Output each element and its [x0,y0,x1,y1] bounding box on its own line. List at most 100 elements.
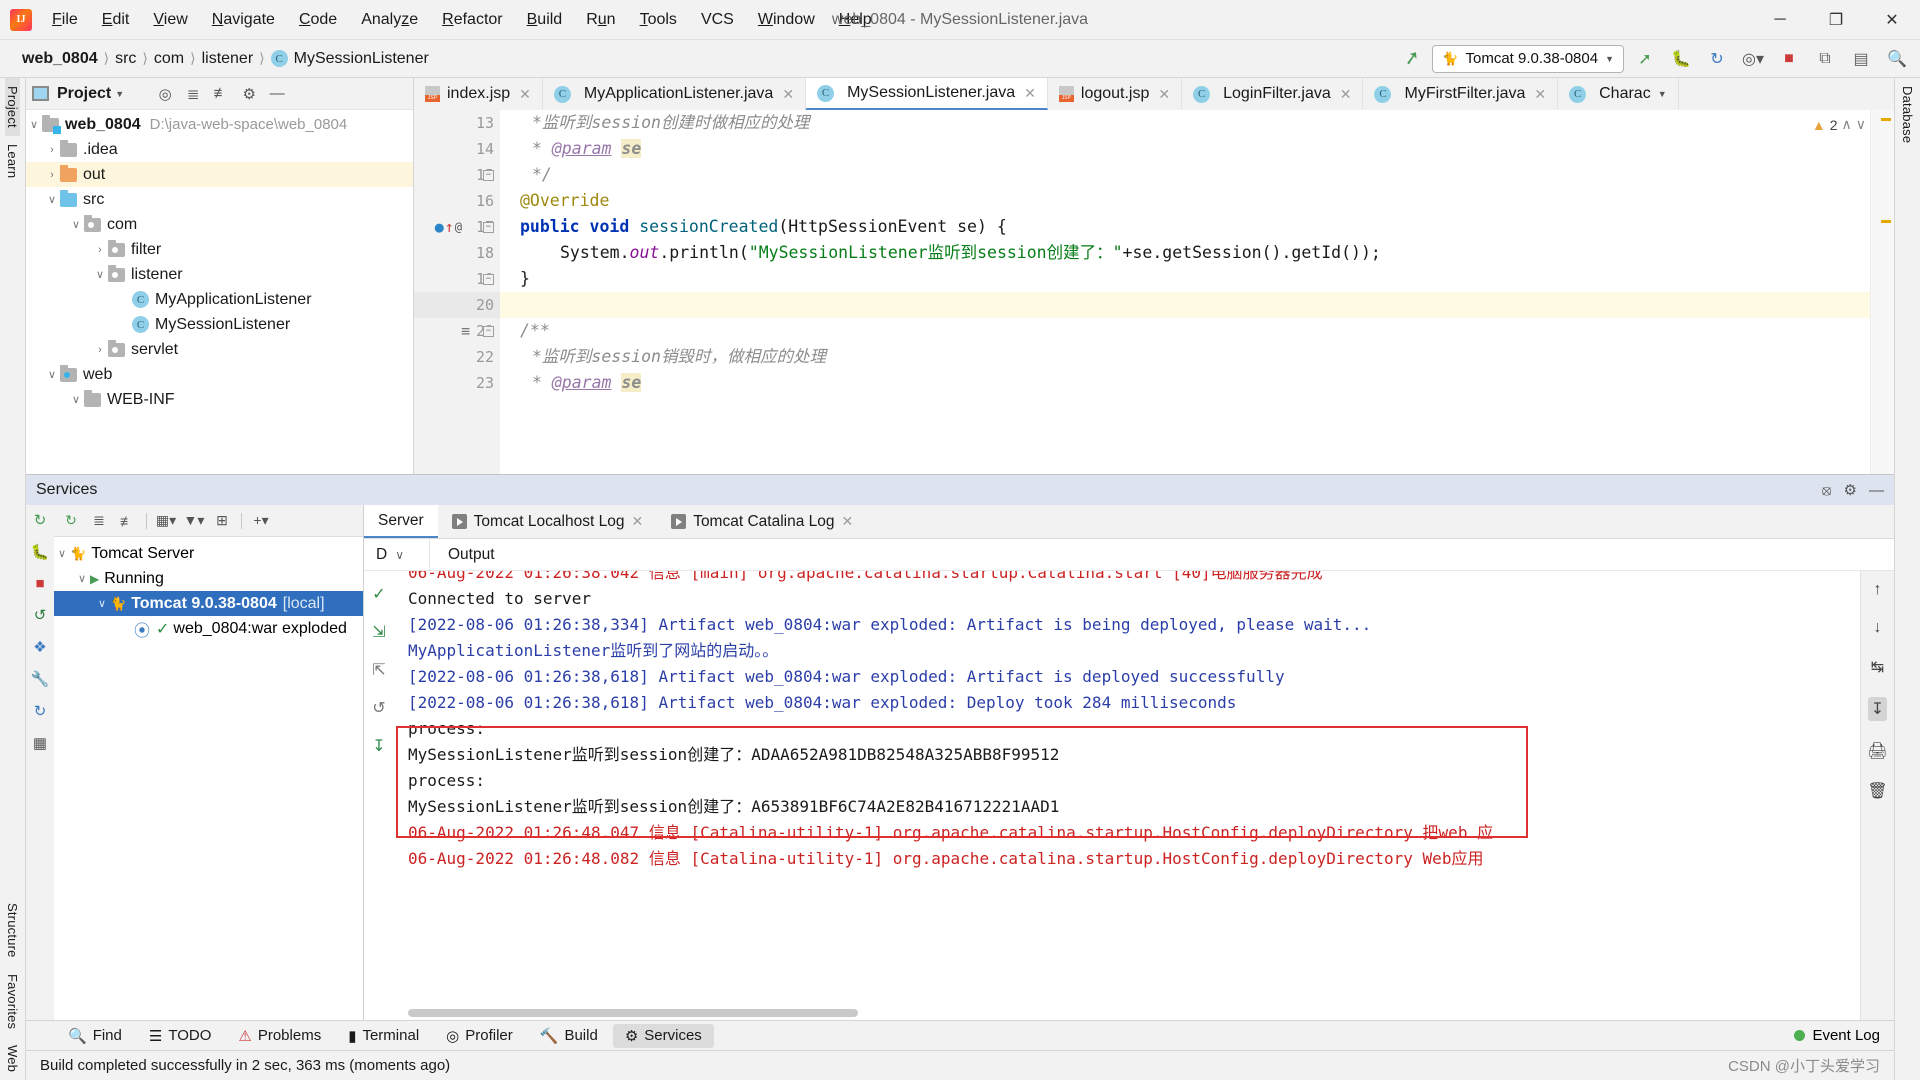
console-tab-tomcat-catalina-log[interactable]: Tomcat Catalina Log ✕ [657,505,867,538]
toolwindow-services[interactable]: ⚙ Services [612,1023,714,1048]
tree-node-src[interactable]: ∨ src [26,187,413,212]
layout-icon[interactable]: ❖ [33,638,46,656]
tree-node-listener[interactable]: ∨ listener [26,262,413,287]
step-out-icon[interactable]: ⇱ [372,651,385,689]
rerun-icon[interactable]: ↻ [58,509,84,533]
print-icon[interactable]: 🖨 [1867,741,1887,761]
close-icon[interactable]: ✕ [1024,85,1036,102]
update-app-icon[interactable]: ⧉ [1810,45,1840,73]
breadcrumb-src[interactable]: src [115,50,136,68]
close-button[interactable]: ✕ [1864,0,1920,40]
restart-icon[interactable]: ↺ [372,689,385,727]
rerun-icon[interactable]: ↻ [34,511,47,529]
code-text-area[interactable]: *监听到session创建时做相应的处理 * @param se */ @Ove… [500,110,1870,474]
menu-refactor[interactable]: Refactor [430,6,514,34]
fold-marker-icon[interactable]: − [483,273,494,285]
restart-icon[interactable]: ↺ [34,606,47,624]
menu-analyze[interactable]: Analyze [349,6,430,34]
rail-item-web[interactable]: Web [5,1037,20,1080]
scroll-to-end-icon[interactable]: ↧ [1867,697,1888,721]
toolwindow-problems[interactable]: ⚠ Problems [226,1024,333,1048]
menu-file[interactable]: FFileile [40,6,90,34]
chevron-down-icon[interactable]: ∨ [94,597,110,610]
tree-node-com[interactable]: ∨ com [26,212,413,237]
editor-tab-MyApplicationListener[interactable]: C MyApplicationListener.java ✕ [543,78,807,110]
chevron-down-icon[interactable]: ∨ [92,268,108,281]
breadcrumb-com[interactable]: com [154,50,184,68]
chevron-down-icon[interactable]: ∨ [68,393,84,406]
console-tab-tomcat-localhost-log[interactable]: Tomcat Localhost Log ✕ [438,505,658,538]
close-icon[interactable]: ✕ [1340,86,1352,103]
menu-edit[interactable]: Edit [90,6,142,34]
settings-icon[interactable]: ⚙ [236,82,262,106]
services-node-tomcat-server[interactable]: ∨ 🐈 Tomcat Server [54,541,363,566]
editor-gutter[interactable]: 13 14 15− 16 ●↑@ 17− 18 19− 20 ≡21− [414,110,500,474]
rail-item-favorites[interactable]: Favorites [5,966,20,1037]
maximize-button[interactable]: ❐ [1808,0,1864,40]
chevron-right-icon[interactable]: › [92,344,108,356]
add-service-icon[interactable]: ⦻ [1822,482,1832,499]
editor-marker-stripe[interactable] [1870,110,1894,474]
close-icon[interactable]: ✕ [1158,86,1170,103]
tree-node-out[interactable]: › out [26,162,413,187]
settings-icon[interactable]: ⚙ [1844,481,1857,499]
chevron-down-icon[interactable]: ∨ [395,548,404,562]
chevron-right-icon[interactable]: › [92,244,108,256]
editor-tab-MyFirstFilter[interactable]: C MyFirstFilter.java ✕ [1363,78,1559,110]
hide-icon[interactable]: — [264,82,290,106]
editor-tab-LoginFilter[interactable]: C LoginFilter.java ✕ [1182,78,1364,110]
fold-marker-icon[interactable]: − [483,325,494,337]
rail-item-structure[interactable]: Structure [5,895,20,966]
breadcrumb-listener[interactable]: listener [202,50,254,68]
profiler-icon[interactable]: ◎▾ [1738,45,1768,73]
javadoc-marker-icon[interactable]: ≡ [461,322,470,340]
expand-all-icon[interactable]: ≣ [86,509,112,533]
debug-icon[interactable]: 🐛 [1666,45,1696,73]
rail-item-learn[interactable]: Learn [5,136,20,186]
menu-window[interactable]: Window [746,6,827,34]
editor-tab-Charac[interactable]: C Charac ▼ [1558,78,1679,110]
redeploy-icon[interactable]: ↧ [372,727,385,765]
editor-main[interactable]: ▲ 2 ∧ ∨ 13 14 15− 16 ●↑@ 17− [414,110,1894,474]
menu-navigate[interactable]: Navigate [200,6,287,34]
chevron-down-icon[interactable]: ∨ [54,547,70,560]
services-tree[interactable]: ∨ 🐈 Tomcat Server ∨ ▶ Running ∨ 🐈 Tomcat… [54,537,363,1020]
tree-node-idea[interactable]: › .idea [26,137,413,162]
menu-build[interactable]: Build [515,6,575,34]
menu-code[interactable]: Code [287,6,349,34]
warning-stripe-marker[interactable] [1881,220,1891,223]
grid-icon[interactable]: ▦ [33,734,47,752]
editor-tab-MySessionListener[interactable]: C MySessionListener.java ✕ [806,78,1048,110]
tree-node-WEB-INF[interactable]: ∨ WEB-INF [26,387,413,412]
services-node-running[interactable]: ∨ ▶ Running [54,566,363,591]
locate-icon[interactable]: ◎ [152,82,178,106]
close-icon[interactable]: ✕ [1534,86,1546,103]
debug-icon[interactable]: 🐛 [31,543,50,561]
scroll-down-icon[interactable]: ↓ [1874,619,1882,637]
tree-node-web[interactable]: ∨ web [26,362,413,387]
hammer-icon[interactable]: ➚ [1397,45,1428,72]
console-output[interactable]: 06-Aug-2022 01:26:38.042 信息 [main] org.a… [394,571,1860,1020]
menu-run[interactable]: Run [574,6,627,34]
delete-icon[interactable]: 🗑 [1867,781,1887,801]
minimize-button[interactable]: ─ [1752,0,1808,40]
step-into-icon[interactable]: ⇲ [372,613,385,651]
menu-tools[interactable]: Tools [628,6,689,34]
soft-wrap-icon[interactable]: ↹ [1871,657,1884,677]
chevron-right-icon[interactable]: › [44,169,60,181]
expand-all-icon[interactable]: ≣ [180,82,206,106]
services-node-artifact[interactable]: ⦿ ✓ web_0804:war exploded [54,616,363,641]
stop-icon[interactable]: ■ [35,575,44,592]
event-log-button[interactable]: Event Log [1794,1027,1894,1044]
rail-item-database[interactable]: Database [1900,78,1915,151]
settings-icon[interactable]: 🔧 [31,670,50,688]
refresh-icon[interactable]: ↻ [34,702,47,720]
menu-view[interactable]: View [141,6,199,34]
console-tab-server[interactable]: Server [364,505,438,538]
collapse-all-icon[interactable]: ≢ [208,82,234,106]
tree-node-MyApplicationListener[interactable]: C MyApplicationListener [26,287,413,312]
toolwindow-profiler[interactable]: ◎ Profiler [434,1024,525,1048]
inspection-status-badge[interactable]: ▲ 2 ∧ ∨ [1812,116,1866,133]
override-marker-icon[interactable]: ● ↑ @ [435,218,462,236]
group-icon[interactable]: ▦▾ [153,509,179,533]
